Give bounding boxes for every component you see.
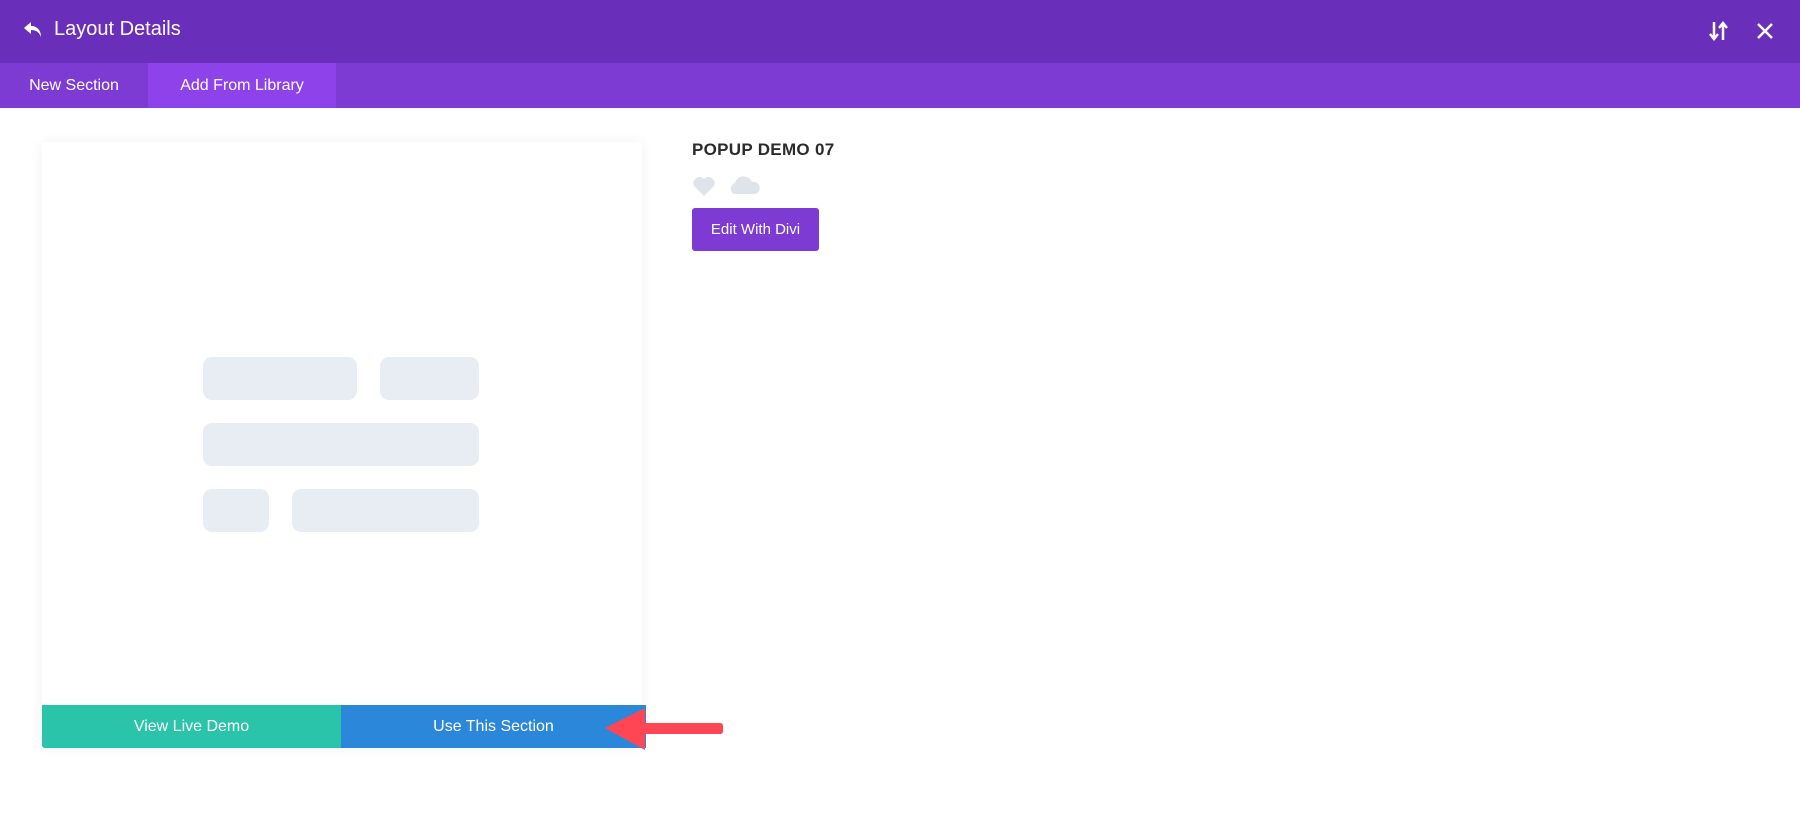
modal-header: Layout Details (0, 0, 1800, 63)
placeholder-block (292, 489, 479, 532)
view-live-demo-button[interactable]: View Live Demo (42, 705, 341, 748)
heart-icon[interactable] (692, 175, 716, 197)
sort-arrows-icon[interactable] (1706, 18, 1732, 44)
edit-with-divi-button[interactable]: Edit With Divi (692, 208, 819, 251)
back-arrow-icon[interactable] (22, 18, 44, 42)
placeholder-block (203, 489, 269, 532)
modal-title: Layout Details (54, 18, 181, 40)
cloud-icon[interactable] (727, 174, 761, 196)
close-icon[interactable] (1752, 18, 1778, 44)
tab-bar: New Section Add From Library (0, 63, 1800, 108)
placeholder-block (380, 357, 479, 400)
placeholder-block (203, 357, 357, 400)
red-pointer-arrow-icon (605, 708, 723, 750)
placeholder-block (203, 423, 479, 466)
layout-name: POPUP DEMO 07 (692, 140, 835, 159)
layout-preview-card: View Live Demo Use This Section (42, 142, 646, 748)
tab-new-section[interactable]: New Section (0, 63, 148, 108)
tab-add-from-library[interactable]: Add From Library (148, 63, 336, 108)
